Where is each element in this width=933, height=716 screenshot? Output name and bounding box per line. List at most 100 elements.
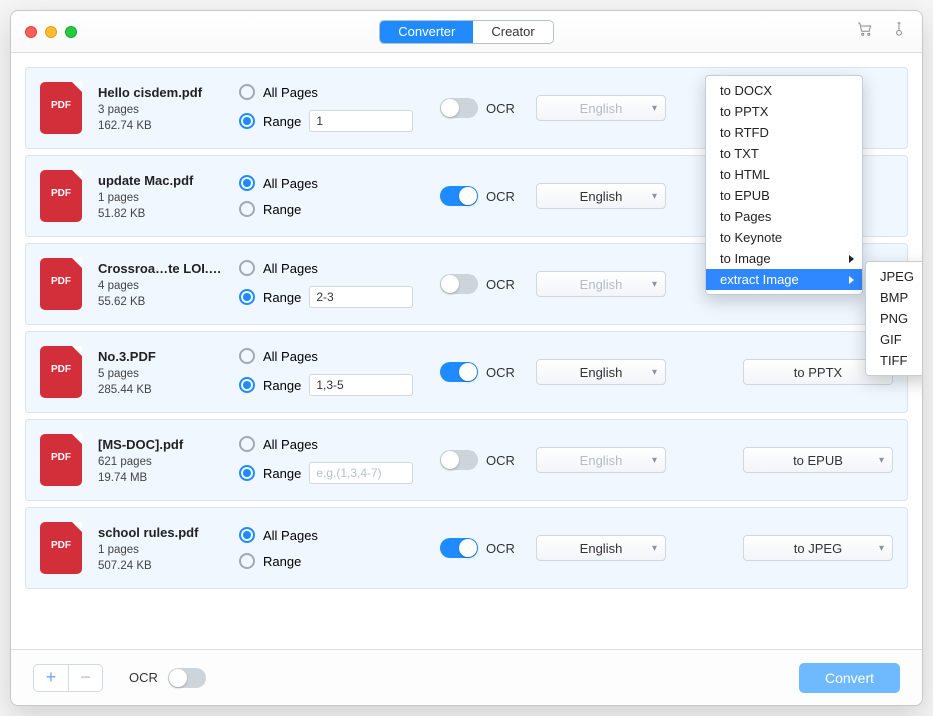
all-pages-radio[interactable] <box>239 175 255 191</box>
menu-item[interactable]: to EPUB <box>706 185 862 206</box>
convert-button[interactable]: Convert <box>799 663 900 693</box>
language-select[interactable]: English▾ <box>536 271 666 297</box>
file-name: Crossroa…te LOI.pdf <box>98 261 223 276</box>
ocr-group: OCR <box>440 274 520 294</box>
language-select[interactable]: English ▾ <box>536 447 666 473</box>
all-pages-label: All Pages <box>263 528 318 543</box>
range-input[interactable] <box>309 110 413 132</box>
submenu-item[interactable]: PNG <box>866 308 923 329</box>
page-selection: All PagesRange <box>239 84 424 132</box>
range-label: Range <box>263 290 301 305</box>
submenu-item[interactable]: TIFF <box>866 350 923 371</box>
language-select[interactable]: English ▾ <box>536 183 666 209</box>
file-pages: 1 pages <box>98 192 223 204</box>
range-radio[interactable] <box>239 465 255 481</box>
file-pages: 3 pages <box>98 104 223 116</box>
all-pages-radio[interactable] <box>239 527 255 543</box>
page-selection: All PagesRange <box>239 175 424 217</box>
minimize-window-button[interactable] <box>45 26 57 38</box>
submenu-item[interactable]: JPEG <box>866 266 923 287</box>
cart-icon[interactable] <box>856 20 874 43</box>
window-controls <box>25 26 77 38</box>
file-name: No.3.PDF <box>98 349 223 364</box>
range-radio[interactable] <box>239 113 255 129</box>
language-value: English <box>580 453 623 468</box>
file-row[interactable]: school rules.pdf1 pages507.24 KBAll Page… <box>25 507 908 589</box>
all-pages-radio[interactable] <box>239 260 255 276</box>
language-value: English <box>580 101 623 116</box>
ocr-label: OCR <box>486 101 515 116</box>
ocr-toggle[interactable] <box>440 450 478 470</box>
page-selection: All PagesRange <box>239 348 424 396</box>
range-input[interactable] <box>309 462 413 484</box>
ocr-toggle[interactable] <box>440 362 478 382</box>
language-value: English <box>580 189 623 204</box>
language-select[interactable]: English▾ <box>536 95 666 121</box>
range-input[interactable] <box>309 286 413 308</box>
pdf-file-icon <box>40 258 82 310</box>
menu-item[interactable]: to Pages <box>706 206 862 227</box>
range-radio[interactable] <box>239 377 255 393</box>
menu-item[interactable]: to Image <box>706 248 862 269</box>
all-pages-radio[interactable] <box>239 84 255 100</box>
pdf-file-icon <box>40 434 82 486</box>
tab-creator[interactable]: Creator <box>473 21 552 43</box>
chevron-down-icon: ▾ <box>652 543 657 554</box>
range-radio[interactable] <box>239 289 255 305</box>
ocr-label: OCR <box>486 541 515 556</box>
file-name: [MS-DOC].pdf <box>98 437 223 452</box>
menu-item[interactable]: to DOCX <box>706 80 862 101</box>
file-row[interactable]: No.3.PDF5 pages285.44 KBAll PagesRangeOC… <box>25 331 908 413</box>
language-select-wrap: English ▾ <box>536 447 666 473</box>
range-label: Range <box>263 554 301 569</box>
chevron-down-icon: ▾ <box>652 191 657 202</box>
ocr-toggle[interactable] <box>440 98 478 118</box>
ocr-toggle[interactable] <box>440 538 478 558</box>
menu-item[interactable]: to PPTX <box>706 101 862 122</box>
global-ocr-toggle[interactable] <box>168 668 206 688</box>
file-size: 55.62 KB <box>98 296 223 308</box>
range-input[interactable] <box>309 374 413 396</box>
file-size: 162.74 KB <box>98 120 223 132</box>
menu-item[interactable]: to TXT <box>706 143 862 164</box>
format-submenu[interactable]: JPEGBMPPNGGIFTIFF <box>865 261 923 376</box>
format-select[interactable]: to EPUB▾ <box>743 447 893 473</box>
page-selection: All Pages Range <box>239 260 424 308</box>
language-select[interactable]: English▾ <box>536 535 666 561</box>
page-selection: All PagesRange <box>239 436 424 484</box>
language-value: English <box>580 277 623 292</box>
remove-file-button[interactable]: − <box>68 665 102 691</box>
ocr-toggle[interactable] <box>440 274 478 294</box>
chevron-down-icon: ▾ <box>652 455 657 466</box>
maximize-window-button[interactable] <box>65 26 77 38</box>
ocr-label: OCR <box>486 277 515 292</box>
submenu-item[interactable]: GIF <box>866 329 923 350</box>
global-ocr-label: OCR <box>129 670 158 685</box>
file-row[interactable]: [MS-DOC].pdf621 pages19.74 MBAll PagesRa… <box>25 419 908 501</box>
close-window-button[interactable] <box>25 26 37 38</box>
titlebar: Converter Creator <box>11 11 922 53</box>
range-label: Range <box>263 114 301 129</box>
chevron-down-icon: ▾ <box>652 367 657 378</box>
menu-item[interactable]: to HTML <box>706 164 862 185</box>
format-menu[interactable]: to DOCXto PPTXto RTFDto TXTto HTMLto EPU… <box>705 75 863 295</box>
all-pages-label: All Pages <box>263 261 318 276</box>
ocr-toggle[interactable] <box>440 186 478 206</box>
range-label: Range <box>263 466 301 481</box>
menu-item[interactable]: to RTFD <box>706 122 862 143</box>
format-select-wrap: to EPUB▾ <box>743 447 893 473</box>
format-select[interactable]: to JPEG▾ <box>743 535 893 561</box>
file-info: No.3.PDF5 pages285.44 KB <box>98 349 223 396</box>
menu-item[interactable]: to Keynote <box>706 227 862 248</box>
range-radio[interactable] <box>239 553 255 569</box>
add-file-button[interactable]: + <box>34 665 68 691</box>
all-pages-radio[interactable] <box>239 436 255 452</box>
tab-converter[interactable]: Converter <box>380 21 473 43</box>
all-pages-radio[interactable] <box>239 348 255 364</box>
menu-item[interactable]: extract Image <box>706 269 862 290</box>
submenu-item[interactable]: BMP <box>866 287 923 308</box>
language-select[interactable]: English▾ <box>536 359 666 385</box>
all-pages-label: All Pages <box>263 176 318 191</box>
range-radio[interactable] <box>239 201 255 217</box>
thermometer-icon[interactable] <box>890 20 908 43</box>
